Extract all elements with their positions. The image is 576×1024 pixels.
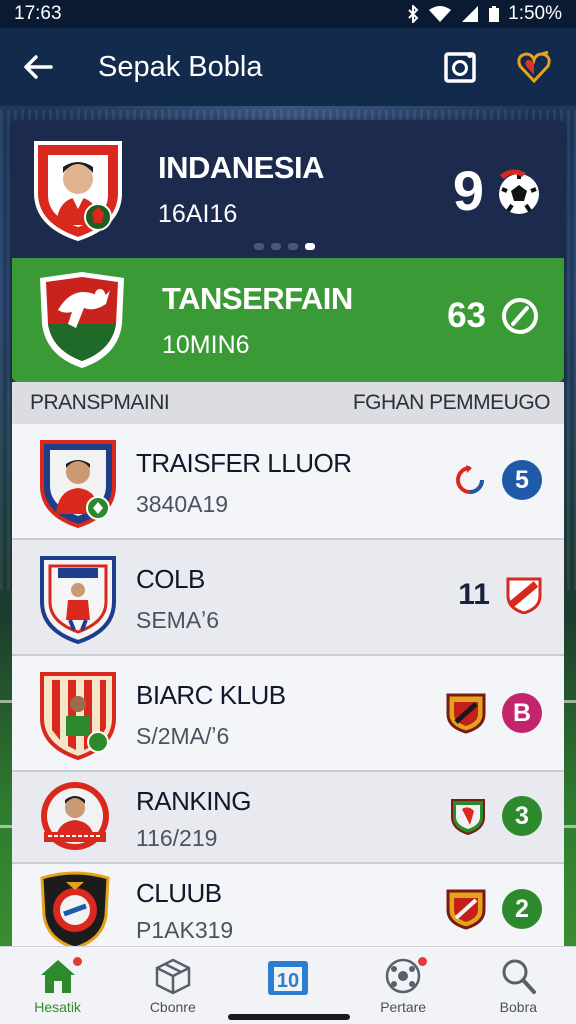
featured-team-top: INDANESIA 16AI16 9 <box>12 120 564 258</box>
notification-dot <box>418 957 428 966</box>
ball-icon <box>385 958 421 994</box>
club-shield-icon <box>446 693 486 734</box>
page-title: Sepak Bobla <box>98 50 263 83</box>
list-item-subtitle: 3840A19 <box>136 491 229 517</box>
list-item-subtitle: SEMAʼ6 <box>136 607 220 633</box>
nav-label: Cbonre <box>149 999 196 1015</box>
list-item-title: BIARC KLUB <box>136 680 286 710</box>
wifi-icon <box>429 6 452 22</box>
nav-item-pertare[interactable]: Pertare <box>353 957 453 1015</box>
search-icon <box>502 959 537 994</box>
featured-team-subtitle: 16AI16 <box>158 199 238 228</box>
notification-dot <box>72 957 82 966</box>
status-badge: B <box>502 693 542 733</box>
list-header: PRANSPMAINI FGHAN PEMMEUGO <box>12 382 564 424</box>
svg-text:10: 10 <box>277 970 299 992</box>
nav-item-home[interactable]: Hesatik <box>8 957 108 1015</box>
club-crest-icon <box>40 556 116 644</box>
calendar-icon: 10 <box>267 961 308 995</box>
refresh-icon[interactable] <box>500 296 540 336</box>
status-icons: 1:50% <box>406 3 562 25</box>
status-badge: 5 <box>502 460 542 500</box>
list-header-right[interactable]: FGHAN PEMMEUGO <box>353 391 551 415</box>
camera-icon <box>444 52 476 83</box>
list-item[interactable]: COLB SEMAʼ6 11 <box>12 540 564 656</box>
nav-item-cbonre[interactable]: Cbonre <box>123 957 223 1015</box>
nav-label: Bobra <box>499 999 538 1015</box>
featured-transfer-name: TANSERFAIN <box>162 280 353 316</box>
list-item-subtitle: P1AK319 <box>136 917 234 943</box>
club-crest-icon <box>40 871 110 950</box>
bluetooth-icon <box>408 5 419 23</box>
pager-dot[interactable] <box>254 243 264 250</box>
club-shield-icon <box>446 889 486 930</box>
list-item-title: TRAISFER LLUOR <box>136 448 352 478</box>
list-item-title: CLUUB <box>136 878 222 908</box>
featured-transfer-subtitle: 10MIN6 <box>162 330 250 359</box>
back-button[interactable] <box>20 49 56 85</box>
player-crest-icon <box>41 782 109 850</box>
club-shield-icon <box>451 799 485 835</box>
team-crest-icon <box>34 141 122 241</box>
club-list: TRAISFER LLUOR 3840A19 5 COLB SEMAʼ6 11 … <box>12 424 564 956</box>
home-indicator[interactable] <box>228 1014 350 1020</box>
list-item[interactable]: TRAISFER LLUOR 3840A19 5 <box>12 424 564 540</box>
pager-dot[interactable] <box>288 243 298 250</box>
club-shield-icon <box>506 577 542 614</box>
transfer-count: 63 <box>447 296 486 335</box>
battery-level: 1:50% <box>508 3 562 24</box>
nav-label: Pertare <box>380 999 427 1015</box>
box-icon <box>155 958 191 995</box>
bottom-navigation: Hesatik Cbonre 10 Pertare Bobra <box>0 946 576 1024</box>
list-item-count: 11 <box>458 578 490 611</box>
player-crest-icon <box>40 440 116 528</box>
featured-team-name: INDANESIA <box>158 149 325 185</box>
list-item[interactable]: CLUUB P1AK319 2 <box>12 864 564 956</box>
favorite-button[interactable] <box>512 45 556 89</box>
featured-team-bottom: TANSERFAIN 10MIN6 63 <box>12 258 564 382</box>
signal-icon <box>462 6 479 22</box>
featured-score: 9 <box>452 159 484 222</box>
list-item-subtitle: S/2MA/ʼ6 <box>136 723 230 749</box>
status-badge: 3 <box>502 796 542 836</box>
status-bar: 17:63 1:50% <box>0 0 576 28</box>
transfer-arrows-icon <box>456 465 484 494</box>
club-crest-icon <box>40 672 116 760</box>
heart-shield-icon <box>517 50 551 84</box>
list-item-title: RANKING <box>136 786 251 816</box>
arrow-left-icon <box>24 55 53 79</box>
list-item[interactable]: BIARC KLUB S/2MA/ʼ6 B <box>12 656 564 772</box>
pager-dot[interactable] <box>271 243 281 250</box>
battery-icon <box>489 6 500 22</box>
status-time: 17:63 <box>14 3 62 24</box>
pager-dot-active[interactable] <box>305 243 315 250</box>
status-badge: 2 <box>502 889 542 929</box>
list-item[interactable]: RANKING 116/219 3 <box>12 772 564 864</box>
football-icon <box>499 168 539 214</box>
pager-dots[interactable] <box>254 243 315 250</box>
home-icon <box>40 960 75 993</box>
nav-label: Hesatik <box>34 999 81 1015</box>
featured-match-card[interactable]: INDANESIA 16AI16 9 TANSERFAIN 10MIN6 63 <box>12 120 564 382</box>
team-crest-icon <box>40 272 124 368</box>
app-bar: Sepak Bobla <box>0 28 576 106</box>
list-header-left: PRANSPMAINI <box>30 391 170 414</box>
nav-item-search[interactable]: Bobra <box>468 957 568 1015</box>
list-item-title: COLB <box>136 564 205 594</box>
list-item-subtitle: 116/219 <box>136 825 218 851</box>
camera-button[interactable] <box>438 45 482 89</box>
nav-item-calendar[interactable]: 10 <box>238 957 338 1001</box>
